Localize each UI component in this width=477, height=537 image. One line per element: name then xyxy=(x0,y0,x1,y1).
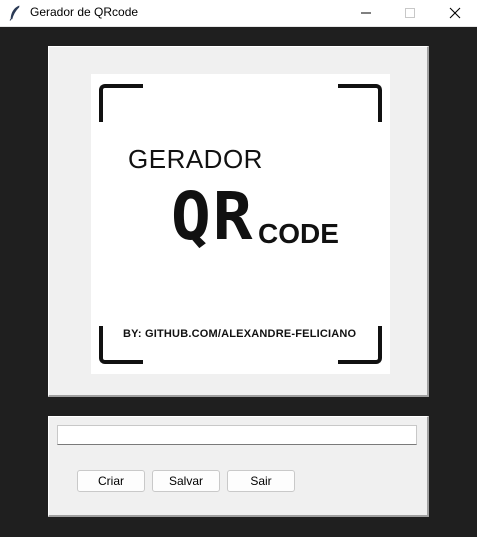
app-window: Gerador de QRcode GERADOR QR CODE BY: GI… xyxy=(0,0,477,537)
logo-code-text: CODE xyxy=(258,218,339,249)
qr-display-panel: GERADOR QR CODE BY: GITHUB.COM/ALEXANDRE… xyxy=(48,46,429,397)
close-button[interactable] xyxy=(432,0,477,26)
logo-credit: BY: GITHUB.COM/ALEXANDRE-FELICIANO xyxy=(123,328,357,340)
controls-panel: Criar Salvar Sair xyxy=(48,416,429,517)
title-bar[interactable]: Gerador de QRcode xyxy=(0,0,477,27)
maximize-icon xyxy=(405,8,415,18)
window-title: Gerador de QRcode xyxy=(30,5,139,19)
sair-button[interactable]: Sair xyxy=(227,470,295,492)
minimize-button[interactable] xyxy=(343,0,389,26)
feather-icon xyxy=(9,5,20,21)
salvar-button[interactable]: Salvar xyxy=(152,470,220,492)
maximize-button[interactable] xyxy=(387,0,433,26)
close-icon xyxy=(449,7,461,19)
minimize-icon xyxy=(361,12,371,14)
qr-image: GERADOR QR CODE BY: GITHUB.COM/ALEXANDRE… xyxy=(91,74,390,374)
frame-corner-top-right xyxy=(338,84,382,122)
logo-qr-text: QR xyxy=(171,178,255,255)
url-input[interactable] xyxy=(57,425,417,445)
criar-button[interactable]: Criar xyxy=(77,470,145,492)
frame-corner-top-left xyxy=(99,84,143,122)
logo-heading: GERADOR xyxy=(128,144,263,174)
